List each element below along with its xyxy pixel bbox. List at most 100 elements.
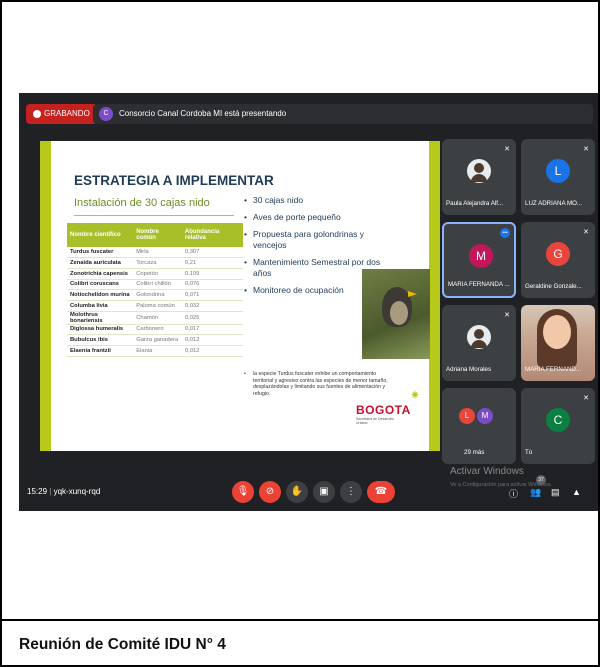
- table-cell: 0,032: [181, 300, 243, 312]
- chat-icon[interactable]: ▤: [551, 487, 560, 498]
- presentation-slide: ESTRATEGIA A IMPLEMENTAR Instalación de …: [40, 141, 440, 451]
- table-cell: Turdus fuscater: [67, 247, 134, 259]
- table-row: Zonotrichia capensis Copetón 0,109: [67, 268, 243, 280]
- table-cell: Zenaida auriculata: [67, 257, 134, 269]
- table-cell: Diglossa humeralis: [67, 324, 134, 336]
- table-row: Zenaida auriculata Torcaza 0,21: [67, 257, 243, 269]
- table-cell: 0,071: [181, 289, 243, 301]
- camera-toggle-button[interactable]: ⊘: [259, 481, 281, 503]
- table-cell: Garza ganadera: [133, 334, 182, 346]
- participant-tile[interactable]: ✕ Adriana Morales: [442, 305, 516, 381]
- table-cell: Mirla: [133, 247, 182, 259]
- presenter-avatar: C: [99, 107, 113, 121]
- activities-icon[interactable]: ▲: [572, 487, 581, 497]
- table-cell: 0,017: [181, 324, 243, 336]
- bullet-item: Aves de porte pequeño: [244, 212, 384, 223]
- participant-tile-self[interactable]: ✕ C Tú: [521, 388, 595, 464]
- caption-divider: [0, 619, 600, 621]
- meeting-info: 15:29 | yqk-xunq-rqd: [27, 487, 101, 496]
- avatar: M: [469, 244, 493, 268]
- table-cell: 0,025: [181, 311, 243, 325]
- bogota-logo: BOGOTA: [356, 403, 411, 417]
- table-header: Nombre común: [133, 223, 182, 247]
- more-options-button[interactable]: ⋮: [340, 481, 362, 503]
- table-header: Abundancia relativa: [181, 223, 243, 247]
- participant-name: Adriana Morales: [446, 366, 492, 373]
- slide-underline: [74, 215, 234, 216]
- table-cell: 0,076: [181, 279, 243, 291]
- mic-off-icon: ✕: [583, 395, 589, 402]
- table-cell: Colibrí chillón: [133, 279, 182, 291]
- participant-name: 29 más: [464, 449, 485, 456]
- recording-badge: GRABANDO: [26, 104, 98, 124]
- table-cell: Notiochelidon murina: [67, 289, 134, 301]
- participant-tile-camera[interactable]: MARIA FERNAND...: [521, 305, 595, 381]
- participant-tile-more[interactable]: L M 29 más: [442, 388, 516, 464]
- table-cell: 0,109: [181, 268, 243, 280]
- meet-screenshot: GRABANDO C Consorcio Canal Cordoba MI es…: [19, 93, 598, 511]
- table-cell: 0,012: [181, 334, 243, 346]
- table-cell: Paloma común: [133, 300, 182, 312]
- raise-hand-button[interactable]: ✋: [286, 481, 308, 503]
- participant-tile[interactable]: ✕ L LUZ ADRIANA MO...: [521, 139, 595, 215]
- mic-off-icon: ✕: [583, 146, 589, 153]
- meeting-code: yqk-xunq-rqd: [53, 487, 101, 496]
- bird-photo: [362, 269, 430, 359]
- table-row: Notiochelidon murina Golondrina 0,071: [67, 289, 243, 301]
- time-label: 15:29: [27, 487, 48, 496]
- mic-off-icon: ✕: [504, 312, 510, 319]
- participant-name: Paula Alejandra Alf...: [446, 200, 504, 207]
- avatar: L: [459, 408, 475, 424]
- bullet-item: 30 cajas nido: [244, 195, 384, 206]
- avatar: G: [546, 242, 570, 266]
- species-table: Nombre científico Nombre común Abundancia …: [67, 223, 243, 357]
- table-cell: Colibri coruscans: [67, 279, 134, 291]
- present-button[interactable]: ▣: [313, 481, 335, 503]
- table-cell: 0,21: [181, 257, 243, 269]
- avatar: L: [546, 159, 570, 183]
- participant-tile-active[interactable]: ••• M MARIA FERNANDA ...: [442, 222, 516, 298]
- slide-note: la especie Turdus fuscater exhibe un com…: [244, 371, 394, 397]
- participant-name: Tú: [525, 449, 533, 456]
- end-call-button[interactable]: ☎: [367, 481, 395, 503]
- table-row: Diglossa humeralis Carbonero 0,017: [67, 324, 243, 336]
- table-row: Elaenia frantzii Elania 0,012: [67, 345, 243, 357]
- participant-name: Geraldine Gonzale...: [525, 283, 582, 290]
- meet-topbar: GRABANDO C Consorcio Canal Cordoba MI es…: [19, 93, 598, 133]
- speaking-icon: •••: [500, 228, 510, 238]
- table-row: Columba livia Paloma común 0,032: [67, 300, 243, 312]
- mic-toggle-button[interactable]: 🎙: [232, 481, 254, 503]
- table-row: Colibri coruscans Colibrí chillón 0,076: [67, 279, 243, 291]
- meet-bottombar: 15:29 | yqk-xunq-rqd 🎙 ⊘ ✋ ▣ ⋮ ☎ ⓘ 👥 37 …: [19, 473, 598, 511]
- table-row: Bubulcus ibis Garza ganadera 0,012: [67, 334, 243, 346]
- logo-subtitle: Secretaría de Desarrollo Urbano: [356, 417, 394, 425]
- star-icon: ✷: [410, 388, 421, 402]
- table-cell: Torcaza: [133, 257, 182, 269]
- caption-title: Reunión de Comité IDU N° 4: [19, 636, 226, 653]
- info-icon[interactable]: ⓘ: [509, 487, 518, 500]
- participant-tile[interactable]: ✕ G Geraldine Gonzale...: [521, 222, 595, 298]
- mic-off-icon: ✕: [583, 229, 589, 236]
- table-cell: Carbonero: [133, 324, 182, 336]
- participant-tile[interactable]: ✕ Paula Alejandra Alf...: [442, 139, 516, 215]
- table-cell: Bubulcus ibis: [67, 334, 134, 346]
- table-cell: Golondrina: [133, 289, 182, 301]
- participant-name: LUZ ADRIANA MO...: [525, 200, 583, 207]
- table-cell: Columba livia: [67, 300, 134, 312]
- table-cell: Elaenia frantzii: [67, 345, 134, 357]
- table-cell: 0,012: [181, 345, 243, 357]
- table-cell: Zonotrichia capensis: [67, 268, 134, 280]
- avatar: M: [477, 408, 493, 424]
- participant-name: MARIA FERNAND...: [525, 366, 582, 373]
- table-cell: Molothrus bonariensis: [67, 311, 134, 325]
- presenting-banner: C Consorcio Canal Cordoba MI está presen…: [93, 104, 593, 124]
- avatar: [467, 325, 491, 349]
- table-row: Molothrus bonariensis Chamón 0,025: [67, 311, 243, 325]
- table-cell: Elania: [133, 345, 182, 357]
- slide-title: ESTRATEGIA A IMPLEMENTAR: [74, 173, 274, 188]
- table-row: Turdus fuscater Mirla 0,307: [67, 247, 243, 259]
- table-cell: 0,307: [181, 247, 243, 259]
- people-icon[interactable]: 👥: [530, 487, 541, 498]
- bullet-item: Propuesta para golondrinas y vencejos: [244, 229, 384, 251]
- avatar: C: [546, 408, 570, 432]
